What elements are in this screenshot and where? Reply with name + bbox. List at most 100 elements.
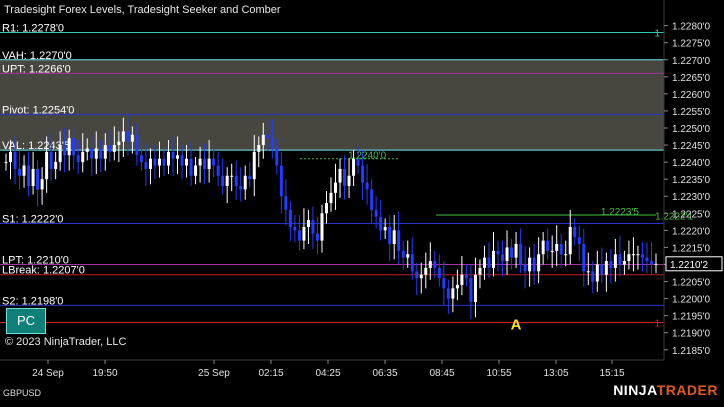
up-bar-body [424, 267, 428, 275]
chart-annotation: 1.2223'5 [601, 207, 639, 218]
up-bar-body [460, 274, 464, 285]
up-bar-body [54, 162, 58, 169]
down-bar-body [388, 226, 392, 244]
level-label: S1: 1.2222'0 [2, 214, 63, 226]
up-bar-body [148, 158, 152, 169]
down-bar-body [370, 189, 374, 210]
down-bar-body [248, 175, 252, 180]
down-bar-body [180, 155, 184, 166]
x-tick-label: 02:15 [258, 368, 283, 379]
up-bar-body [261, 134, 265, 146]
down-bar-body [577, 237, 581, 244]
y-tick-label: 1.2250'0 [672, 124, 710, 135]
down-bar-body [139, 155, 143, 163]
up-bar-body [622, 261, 626, 265]
up-bar-body [636, 254, 640, 256]
down-bar-body [640, 254, 644, 258]
current-price-label: 1.2210'2 [670, 260, 708, 271]
up-bar-body [167, 151, 170, 166]
up-bar-body [613, 254, 617, 268]
x-tick-label: 15:15 [599, 368, 624, 379]
down-bar-body [510, 247, 514, 258]
down-bar-body [63, 145, 67, 156]
down-bar-body [437, 267, 441, 279]
down-bar-body [374, 209, 378, 217]
down-bar-body [266, 134, 270, 139]
y-tick-label: 1.2265'0 [672, 73, 710, 84]
y-tick-label: 1.2215'0 [672, 243, 710, 254]
up-bar-body [492, 250, 495, 268]
down-bar-body [433, 261, 437, 268]
level-label: S2: 1.2198'0 [2, 295, 63, 307]
down-bar-body [442, 278, 446, 289]
down-bar-body [315, 233, 319, 241]
up-bar-body [243, 175, 247, 190]
chart-annotation: 1.2240'0 [348, 151, 386, 162]
y-tick-label: 1.2190'0 [672, 329, 710, 340]
down-bar-body [234, 175, 238, 186]
down-bar-body [523, 264, 527, 272]
up-bar-body [383, 226, 387, 231]
down-bar-body [496, 250, 500, 255]
down-bar-body [410, 254, 414, 272]
up-bar-body [428, 261, 432, 268]
up-bar-body [94, 148, 98, 159]
down-bar-body [270, 138, 274, 149]
y-tick-label: 1.2220'0 [672, 226, 710, 237]
up-bar-body [58, 145, 62, 163]
down-bar-body [297, 230, 301, 241]
down-bar-body [203, 158, 207, 169]
up-bar-body [631, 254, 635, 256]
up-bar-body [306, 220, 310, 227]
chart-title: Tradesight Forex Levels, Tradesight Seek… [4, 4, 281, 16]
pc-button[interactable]: PC [6, 308, 46, 334]
down-bar-body [27, 165, 31, 186]
up-bar-body [392, 230, 396, 244]
up-bar-body [329, 192, 333, 204]
up-bar-body [185, 158, 189, 166]
y-tick-label: 1.2225'0 [672, 209, 710, 220]
y-tick-label: 1.2205'0 [672, 278, 710, 289]
up-bar-body [505, 247, 509, 262]
up-bar-body [302, 226, 306, 241]
x-tick-label: 13:05 [543, 368, 568, 379]
down-bar-body [415, 271, 419, 279]
up-bar-body [130, 134, 134, 142]
x-tick-label: 19:50 [92, 368, 117, 379]
up-bar-body [555, 244, 559, 251]
instrument-label: GBPUSD [3, 388, 42, 398]
x-tick-label: 25 Sep [198, 368, 230, 379]
down-bar-body [293, 226, 297, 231]
y-tick-label: 1.2260'0 [672, 90, 710, 101]
up-bar-body [568, 226, 572, 255]
up-bar-body [324, 203, 328, 214]
down-bar-body [189, 158, 193, 176]
up-bar-body [252, 151, 256, 180]
up-bar-body [9, 151, 13, 163]
level-marker: 1 [654, 28, 660, 39]
up-bar-body [406, 254, 410, 258]
up-bar-body [230, 175, 234, 177]
up-bar-body [85, 148, 89, 152]
down-bar-body [573, 226, 577, 238]
up-bar-body [654, 263, 658, 265]
down-bar-body [487, 257, 491, 268]
up-bar-body [478, 267, 482, 275]
down-bar-body [171, 151, 175, 159]
up-bar-body [627, 254, 631, 262]
chart-area[interactable]: R1: 1.2278'0 1 VAH: 1.2270'0 UPT: 1.2266'0 P… [0, 0, 724, 402]
x-tick-label: 04:25 [315, 368, 340, 379]
up-bar-body [604, 261, 608, 275]
down-bar-body [645, 257, 649, 262]
up-bar-body [22, 165, 26, 176]
up-bar-body [564, 254, 568, 256]
up-bar-body [257, 145, 261, 152]
up-bar-body [528, 257, 532, 272]
up-bar-body [67, 138, 71, 156]
down-bar-body [343, 168, 347, 186]
up-bar-body [473, 274, 477, 302]
up-bar-body [176, 155, 180, 159]
down-bar-body [212, 158, 216, 166]
y-tick-label: 1.2235'0 [672, 175, 710, 186]
up-bar-body [157, 158, 161, 166]
